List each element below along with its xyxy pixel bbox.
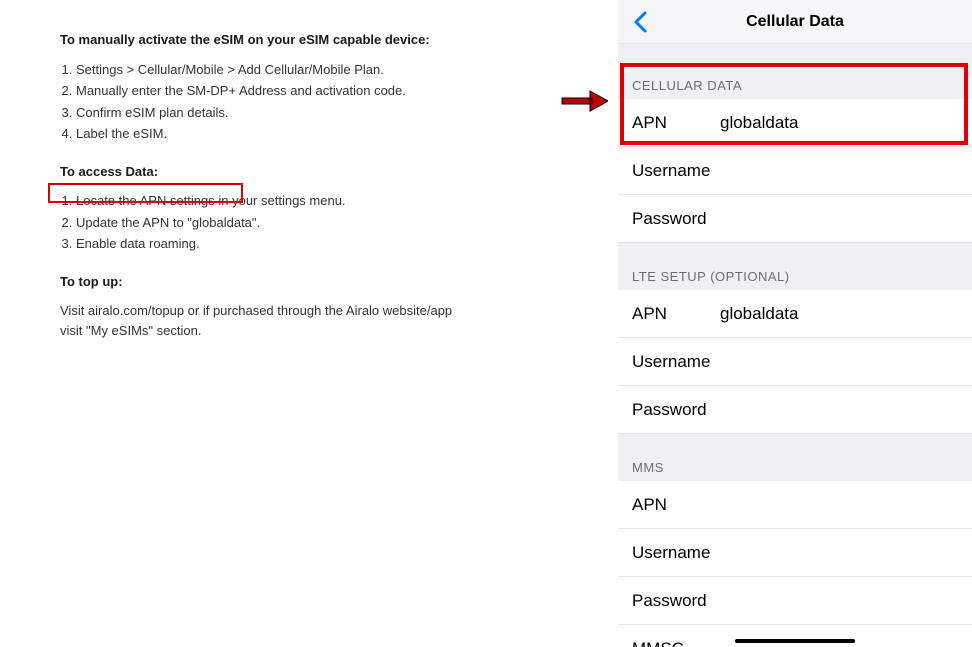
heading-topup: To top up: xyxy=(60,272,458,292)
section-header-mms: MMS xyxy=(618,434,972,481)
arrow-icon xyxy=(560,90,608,112)
row-mms-apn[interactable]: APN xyxy=(618,481,972,529)
field-label: APN xyxy=(632,495,720,515)
row-cellular-password[interactable]: Password xyxy=(618,195,972,243)
row-lte-username[interactable]: Username xyxy=(618,338,972,386)
activate-steps: Settings > Cellular/Mobile > Add Cellula… xyxy=(60,60,458,144)
row-cellular-apn[interactable]: APN globaldata xyxy=(618,99,972,147)
heading-activate: To manually activate the eSIM on your eS… xyxy=(60,30,458,50)
field-label: Password xyxy=(632,591,720,611)
row-cellular-username[interactable]: Username xyxy=(618,147,972,195)
row-mms-username[interactable]: Username xyxy=(618,529,972,577)
field-value: globaldata xyxy=(720,113,798,133)
nav-title: Cellular Data xyxy=(746,13,844,31)
spacer xyxy=(618,44,972,64)
section-header-cellular: CELLULAR DATA xyxy=(618,64,972,99)
row-lte-password[interactable]: Password xyxy=(618,386,972,434)
section-header-lte: LTE SETUP (OPTIONAL) xyxy=(618,243,972,290)
topup-text: Visit airalo.com/topup or if purchased t… xyxy=(60,301,458,340)
home-indicator xyxy=(735,639,855,643)
list-item: Enable data roaming. xyxy=(76,234,458,254)
row-mms-password[interactable]: Password xyxy=(618,577,972,625)
heading-access: To access Data: xyxy=(60,162,458,182)
field-label: Username xyxy=(632,352,720,372)
list-item: Manually enter the SM-DP+ Address and ac… xyxy=(76,81,458,101)
list-item: Locate the APN settings in your settings… xyxy=(76,191,458,211)
field-label: Password xyxy=(632,209,720,229)
list-item: Confirm eSIM plan details. xyxy=(76,103,458,123)
list-item: Label the eSIM. xyxy=(76,124,458,144)
row-mms-mmsc[interactable]: MMSC xyxy=(618,625,972,647)
field-label: Username xyxy=(632,161,720,181)
field-label: MMSC xyxy=(632,639,720,647)
field-label: Username xyxy=(632,543,720,563)
back-button[interactable] xyxy=(626,8,654,36)
field-label: APN xyxy=(632,113,720,133)
field-label: APN xyxy=(632,304,720,324)
field-label: Password xyxy=(632,400,720,420)
phone-screenshot: Cellular Data CELLULAR DATA APN globalda… xyxy=(618,0,972,647)
field-value: globaldata xyxy=(720,304,798,324)
nav-bar: Cellular Data xyxy=(618,0,972,44)
row-lte-apn[interactable]: APN globaldata xyxy=(618,290,972,338)
chevron-left-icon xyxy=(633,11,647,33)
instructions-panel: To manually activate the eSIM on your eS… xyxy=(48,30,458,358)
list-item: Settings > Cellular/Mobile > Add Cellula… xyxy=(76,60,458,80)
list-item: Update the APN to "globaldata". xyxy=(76,213,458,233)
access-steps: Locate the APN settings in your settings… xyxy=(60,191,458,254)
